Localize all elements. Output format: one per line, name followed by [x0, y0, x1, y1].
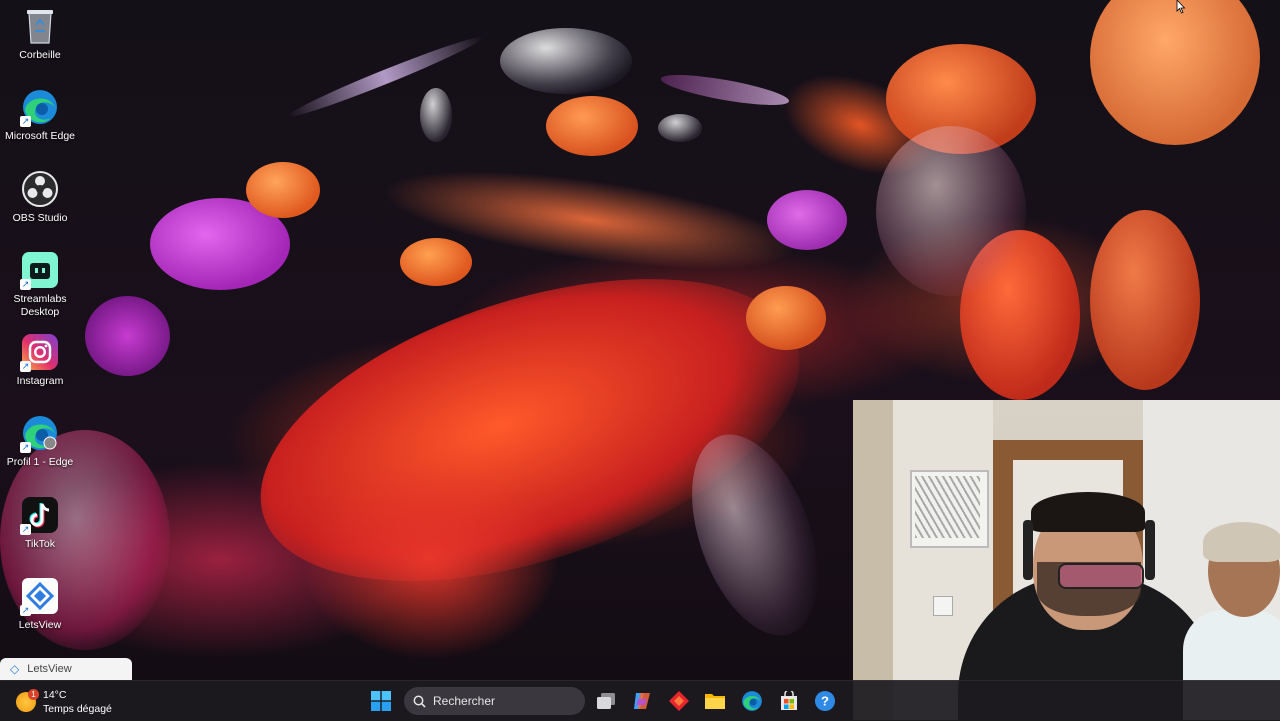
desktop-icon-label: Microsoft Edge	[4, 130, 76, 142]
task-view-icon	[597, 693, 615, 709]
desktop-icon-label: OBS Studio	[12, 212, 68, 224]
red-app-icon	[669, 691, 689, 711]
shortcut-arrow-icon: ↗	[20, 442, 31, 453]
taskbar-search[interactable]: Rechercher	[404, 687, 585, 715]
desktop-icon-label: TikTok	[25, 538, 55, 550]
copilot-icon	[634, 693, 650, 709]
red-app-button[interactable]	[667, 689, 691, 713]
search-placeholder: Rechercher	[433, 694, 496, 708]
weather-widget[interactable]: 1 14°C Temps dégagé	[14, 686, 124, 716]
edge-taskbar-button[interactable]	[740, 689, 764, 713]
desktop-icon-streamlabs[interactable]: ↗ Streamlabs Desktop	[2, 250, 78, 319]
instagram-icon: ↗	[20, 332, 60, 372]
letsview-popup-icon: ◇	[10, 662, 20, 676]
shortcut-arrow-icon: ↗	[20, 524, 31, 535]
edge-profile-icon: ↗	[20, 413, 60, 453]
desktop-icon-obs-studio[interactable]: OBS Studio	[2, 169, 78, 225]
edge-icon: ↗	[20, 87, 60, 127]
store-icon	[781, 691, 797, 710]
file-explorer-button[interactable]	[703, 689, 727, 713]
desktop-icon-label: Instagram	[16, 375, 64, 387]
weather-temperature: 14°C	[43, 689, 67, 701]
weather-badge: 1	[28, 689, 39, 700]
streamlabs-icon: ↗	[20, 250, 60, 290]
taskbar: 1 14°C Temps dégagé Rechercher ?	[0, 680, 1280, 721]
desktop-icon-microsoft-edge[interactable]: ↗ Microsoft Edge	[2, 87, 78, 143]
desktop-icon-label: Profil 1 - Edge	[6, 456, 74, 468]
desktop-icon-instagram[interactable]: ↗ Instagram	[2, 332, 78, 388]
obs-icon	[20, 169, 60, 209]
store-button[interactable]	[777, 689, 801, 713]
file-explorer-icon	[705, 694, 725, 709]
tiktok-icon: ↗	[20, 495, 60, 535]
shortcut-arrow-icon: ↗	[20, 361, 31, 372]
help-icon: ?	[815, 691, 835, 711]
desktop-icon-letsview[interactable]: ↗ LetsView	[2, 576, 78, 632]
search-icon	[413, 695, 426, 708]
mouse-cursor-icon	[1176, 0, 1186, 14]
edge-taskbar-icon	[742, 691, 762, 711]
shortcut-arrow-icon: ↗	[20, 605, 31, 616]
windows-start-icon	[371, 691, 391, 711]
weather-condition: Temps dégagé	[43, 703, 112, 715]
start-button[interactable]	[369, 689, 393, 713]
desktop-icon-label: Corbeille	[19, 49, 61, 61]
webcam-overlay	[853, 400, 1280, 720]
desktop-icon-label: Streamlabs Desktop	[13, 293, 67, 318]
shortcut-arrow-icon: ↗	[20, 116, 31, 127]
desktop-icon-profil-edge[interactable]: ↗ Profil 1 - Edge	[2, 413, 78, 469]
shortcut-arrow-icon: ↗	[20, 279, 31, 290]
desktop-icon-tiktok[interactable]: ↗ TikTok	[2, 495, 78, 551]
letsview-popup-label: LetsView	[27, 663, 72, 675]
help-button[interactable]: ?	[813, 689, 837, 713]
task-view-button[interactable]	[594, 689, 618, 713]
svg-text:?: ?	[821, 694, 829, 709]
desktop-icon-corbeille[interactable]: Corbeille	[2, 6, 78, 62]
copilot-button[interactable]	[630, 689, 654, 713]
letsview-popup[interactable]: ◇ LetsView	[0, 658, 132, 680]
desktop-icon-label: LetsView	[18, 619, 62, 631]
recycle-bin-icon	[20, 6, 60, 46]
letsview-icon: ↗	[20, 576, 60, 616]
